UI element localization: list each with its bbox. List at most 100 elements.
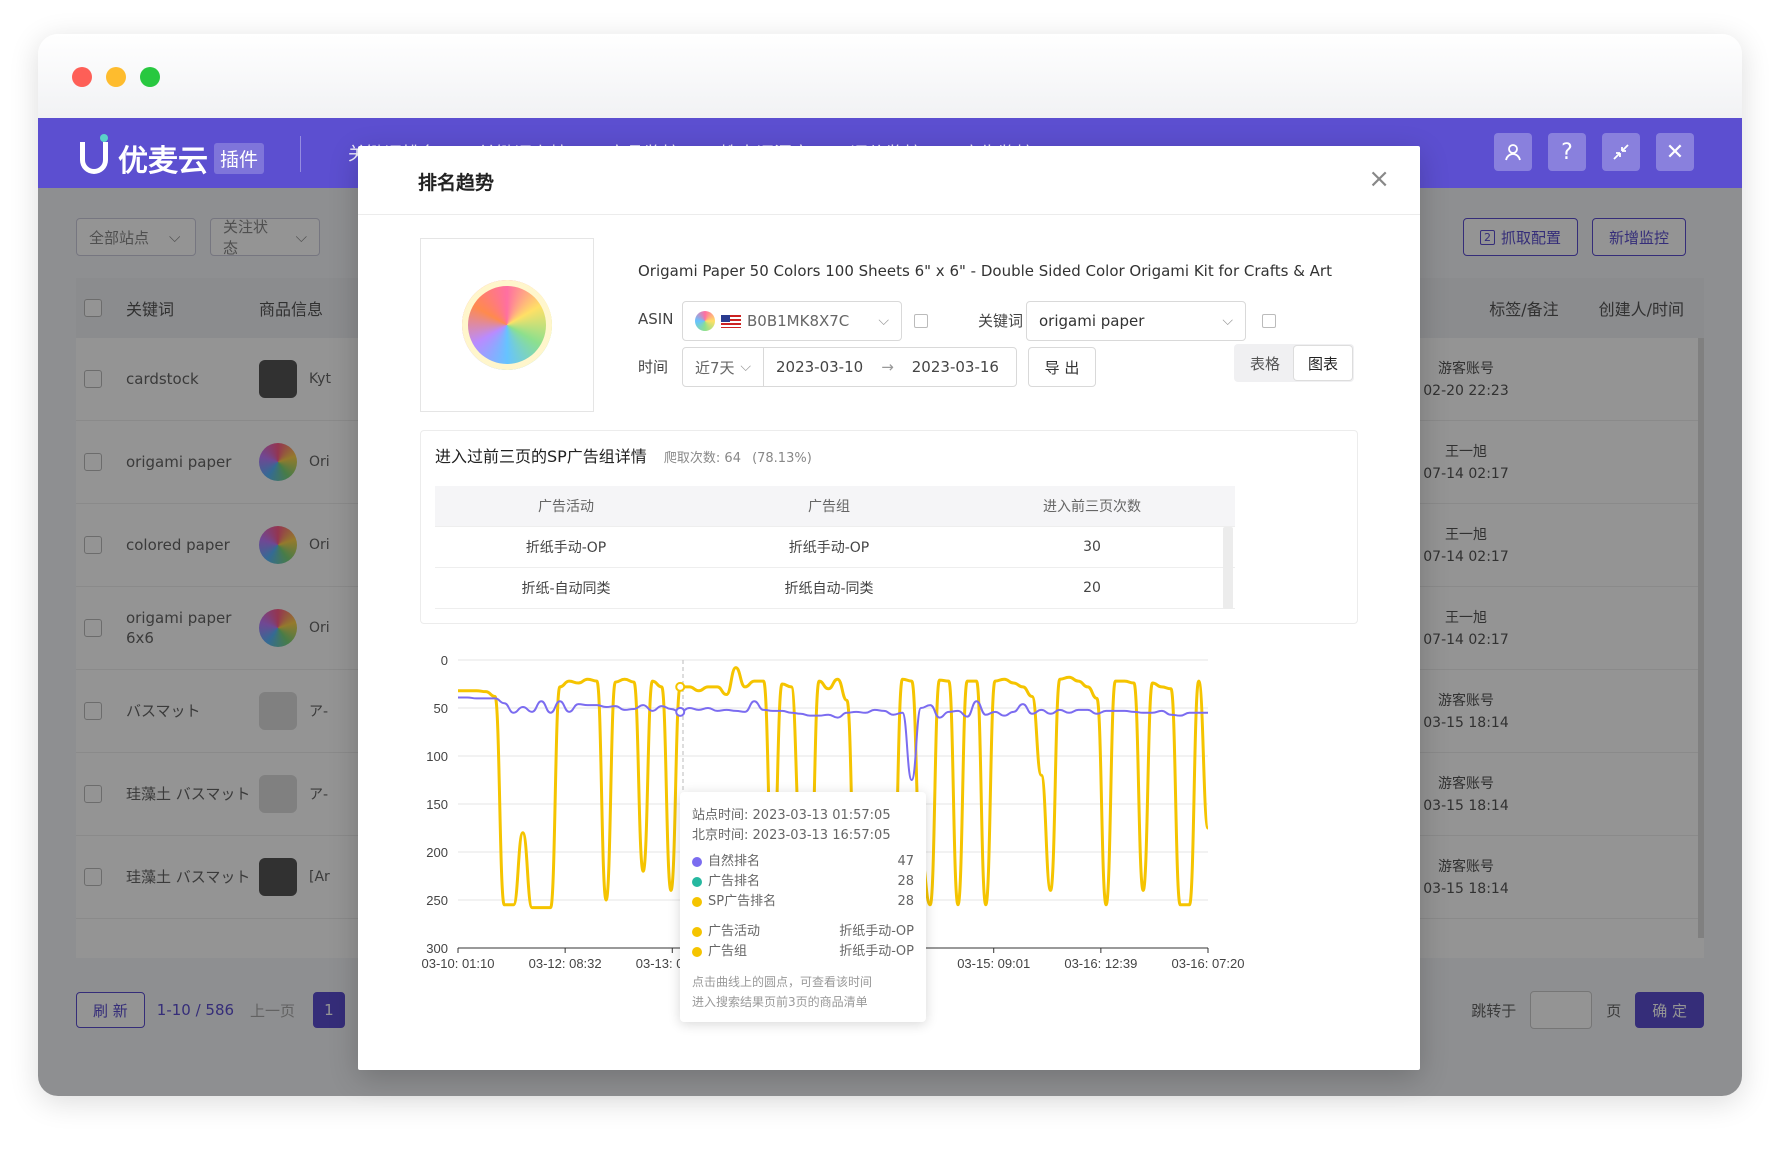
chart-tooltip: 站点时间: 2023-03-13 01:57:05 北京时间: 2023-03-… [680,792,926,1022]
product-thumb-icon [695,311,715,331]
x-tick-label: 03-16: 07:20 [1171,956,1244,971]
tooltip-line: SP广告排名 28 [692,892,914,912]
time-label: 时间 [638,358,669,376]
close-icon[interactable]: ✕ [1656,133,1694,171]
legend-dot-icon [692,946,702,957]
tooltip-item-name: 广告排名 [708,874,761,889]
tooltip-hint-line: 点击曲线上的圆点，可查看该时间 [692,975,873,989]
tooltip-bj-time-label: 北京时间: [692,828,749,843]
dialog-title: 排名趋势 [418,172,495,194]
maximize-window-dot[interactable] [140,67,160,87]
tooltip-ad-list: 广告活动 折纸手动-OP 广告组 折纸手动-OP [692,922,914,962]
close-window-dot[interactable] [72,67,92,87]
asin-label: ASIN [638,310,674,328]
minimize-window-dot[interactable] [106,67,126,87]
external-link-icon[interactable] [1262,314,1276,328]
y-tick-label: 250 [426,893,448,908]
date-range-picker[interactable]: 2023-03-10 → 2023-03-16 [763,347,1017,387]
logo-name: 优麦云 [118,144,208,179]
tooltip-item-value: 28 [897,894,914,909]
sp-table-row: 折纸-自动同类 折纸自动-同类 20 [435,568,1235,609]
sp-cell-campaign: 折纸手动-OP [525,540,607,556]
minimize-icon[interactable] [1602,133,1640,171]
legend-dot-icon [692,876,702,887]
tooltip-item-name: SP广告排名 [708,894,777,909]
sp-card-title: 进入过前三页的SP广告组详情 爬取次数: 64 (78.13%) [435,443,812,467]
x-tick-label: 03-12: 08:32 [529,956,602,971]
export-button[interactable]: 导 出 [1028,347,1096,387]
view-table-tab[interactable]: 表格 [1236,346,1294,380]
sp-percent: (78.13%) [752,451,812,466]
tooltip-item-value: 折纸手动-OP [839,924,914,939]
tooltip-hint-line: 进入搜索结果页前3页的商品清单 [692,995,868,1009]
range-preset-select[interactable]: 近7天 ⌵ [682,347,764,387]
product-image [420,238,594,412]
tooltip-hint: 点击曲线上的圆点，可查看该时间 进入搜索结果页前3页的商品清单 [692,972,914,1012]
dialog-divider [358,214,1420,215]
close-icon[interactable]: × [1368,164,1390,194]
tooltip-site-time: 站点时间: 2023-03-13 01:57:05 [692,806,914,826]
y-tick-label: 150 [426,797,448,812]
external-link-icon[interactable] [914,314,928,328]
chevron-down-icon: ⌵ [740,359,751,375]
tooltip-line: 广告组 折纸手动-OP [692,942,914,962]
sp-cell-adgroup: 折纸自动-同类 [784,581,874,597]
view-chart-tab[interactable]: 图表 [1294,346,1353,380]
tooltip-site-time-label: 站点时间: [692,808,749,823]
us-flag-icon [721,314,741,328]
y-tick-label: 200 [426,845,448,860]
logo-icon [80,134,108,174]
legend-dot-icon [692,856,702,867]
tooltip-item-name: 广告组 [708,944,748,959]
window-titlebar [38,34,1742,118]
highlight-point [675,681,686,692]
asin-select[interactable]: B0B1MK8X7C ⌵ [682,301,902,341]
chevron-down-icon: ⌵ [878,313,889,329]
asin-value: B0B1MK8X7C [747,312,850,330]
y-tick-label: 0 [441,653,448,668]
logo-tag: 插件 [214,142,265,174]
legend-dot-icon [692,896,702,907]
keyword-value: origami paper [1039,312,1145,330]
y-tick-label: 50 [434,701,448,716]
sp-cell-count: 30 [1083,539,1101,555]
app-logo: 优麦云 插件 [80,134,265,180]
x-tick-label: 03-16: 12:39 [1064,956,1137,971]
series-line-0 [458,696,1208,782]
keyword-select[interactable]: origami paper ⌵ [1026,301,1246,341]
sp-cell-campaign: 折纸-自动同类 [521,581,611,597]
sp-table-header: 广告活动 广告组 进入前三页次数 [435,486,1235,527]
sp-header-count: 进入前三页次数 [1043,499,1141,515]
tooltip-line-label: 广告活动 [692,922,760,942]
tooltip-bj-time: 北京时间: 2023-03-13 16:57:05 [692,826,914,846]
tooltip-line: 自然排名 47 [692,852,914,872]
tooltip-line-label: 自然排名 [692,852,760,872]
y-tick-label: 100 [426,749,448,764]
tooltip-line-label: 广告组 [692,942,747,962]
sp-header-adgroup: 广告组 [808,499,850,515]
chevron-down-icon: ⌵ [1222,313,1233,329]
sp-ad-group-card: 进入过前三页的SP广告组详情 爬取次数: 64 (78.13%) 广告活动 广告… [420,430,1358,624]
question-icon[interactable]: ? [1548,133,1586,171]
sp-table-row: 折纸手动-OP 折纸手动-OP 30 [435,527,1235,568]
tooltip-item-name: 自然排名 [708,854,761,869]
tooltip-site-time-value: 2023-03-13 01:57:05 [752,808,891,823]
sp-table-scrollbar[interactable] [1223,527,1233,609]
sp-scrape-count: 爬取次数: 64 [663,451,741,466]
sp-table: 广告活动 广告组 进入前三页次数 折纸手动-OP 折纸手动-OP 30 折纸-自… [435,486,1235,609]
tooltip-line: 广告活动 折纸手动-OP [692,922,914,942]
sp-title: 进入过前三页的SP广告组详情 [435,447,647,466]
range-preset-value: 近7天 [695,358,735,377]
tooltip-item-value: 47 [897,854,914,869]
tooltip-item-name: 广告活动 [708,924,761,939]
header-divider [300,136,301,172]
tooltip-line-label: SP广告排名 [692,892,776,912]
sp-header-campaign: 广告活动 [538,499,594,515]
date-from[interactable]: 2023-03-10 [776,358,863,376]
tooltip-series-list: 自然排名 47 广告排名 28 SP广告排名 28 [692,852,914,912]
x-tick-label: 03-10: 01:10 [421,956,494,971]
date-to[interactable]: 2023-03-16 [912,358,999,376]
legend-dot-icon [692,926,702,937]
user-icon[interactable] [1494,133,1532,171]
origami-product-art [462,280,552,370]
